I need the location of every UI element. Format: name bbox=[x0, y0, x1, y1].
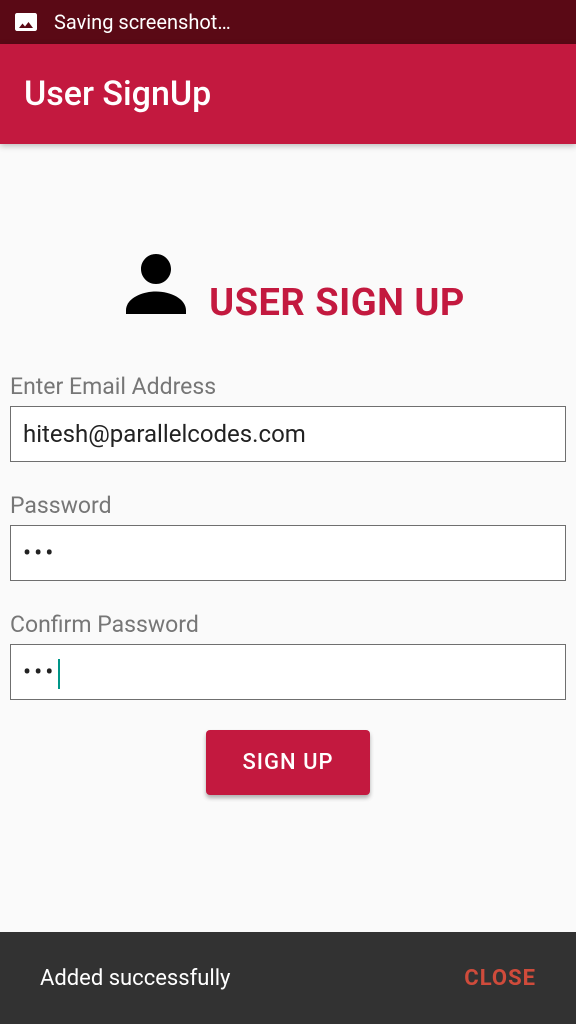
confirm-password-field-group: Confirm Password ••• bbox=[10, 611, 566, 700]
status-saving-text: Saving screenshot… bbox=[54, 10, 231, 34]
app-bar-title: User SignUp bbox=[24, 74, 211, 114]
password-field-group: Password ••• bbox=[10, 492, 566, 581]
hero: USER SIGN UP bbox=[10, 239, 566, 333]
email-input[interactable] bbox=[10, 406, 566, 462]
snackbar-close-button[interactable]: CLOSE bbox=[464, 966, 536, 991]
email-field-group: Enter Email Address bbox=[10, 373, 566, 462]
confirm-password-label: Confirm Password bbox=[10, 611, 566, 638]
app-bar: User SignUp bbox=[0, 44, 576, 144]
text-cursor bbox=[58, 659, 60, 689]
confirm-password-input[interactable]: ••• bbox=[10, 644, 566, 700]
confirm-password-mask: ••• bbox=[11, 644, 60, 700]
snackbar-message: Added successfully bbox=[40, 966, 230, 991]
user-icon bbox=[111, 239, 201, 333]
hero-title: USER SIGN UP bbox=[209, 281, 465, 325]
status-bar: Saving screenshot… bbox=[0, 0, 576, 44]
snackbar: Added successfully CLOSE bbox=[0, 932, 576, 1024]
signup-button[interactable]: SIGN UP bbox=[206, 730, 369, 795]
password-input[interactable]: ••• bbox=[10, 525, 566, 581]
main-content: USER SIGN UP Enter Email Address Passwor… bbox=[0, 239, 576, 795]
password-mask: ••• bbox=[11, 525, 56, 581]
password-label: Password bbox=[10, 492, 566, 519]
image-icon bbox=[14, 10, 38, 34]
email-label: Enter Email Address bbox=[10, 373, 566, 400]
